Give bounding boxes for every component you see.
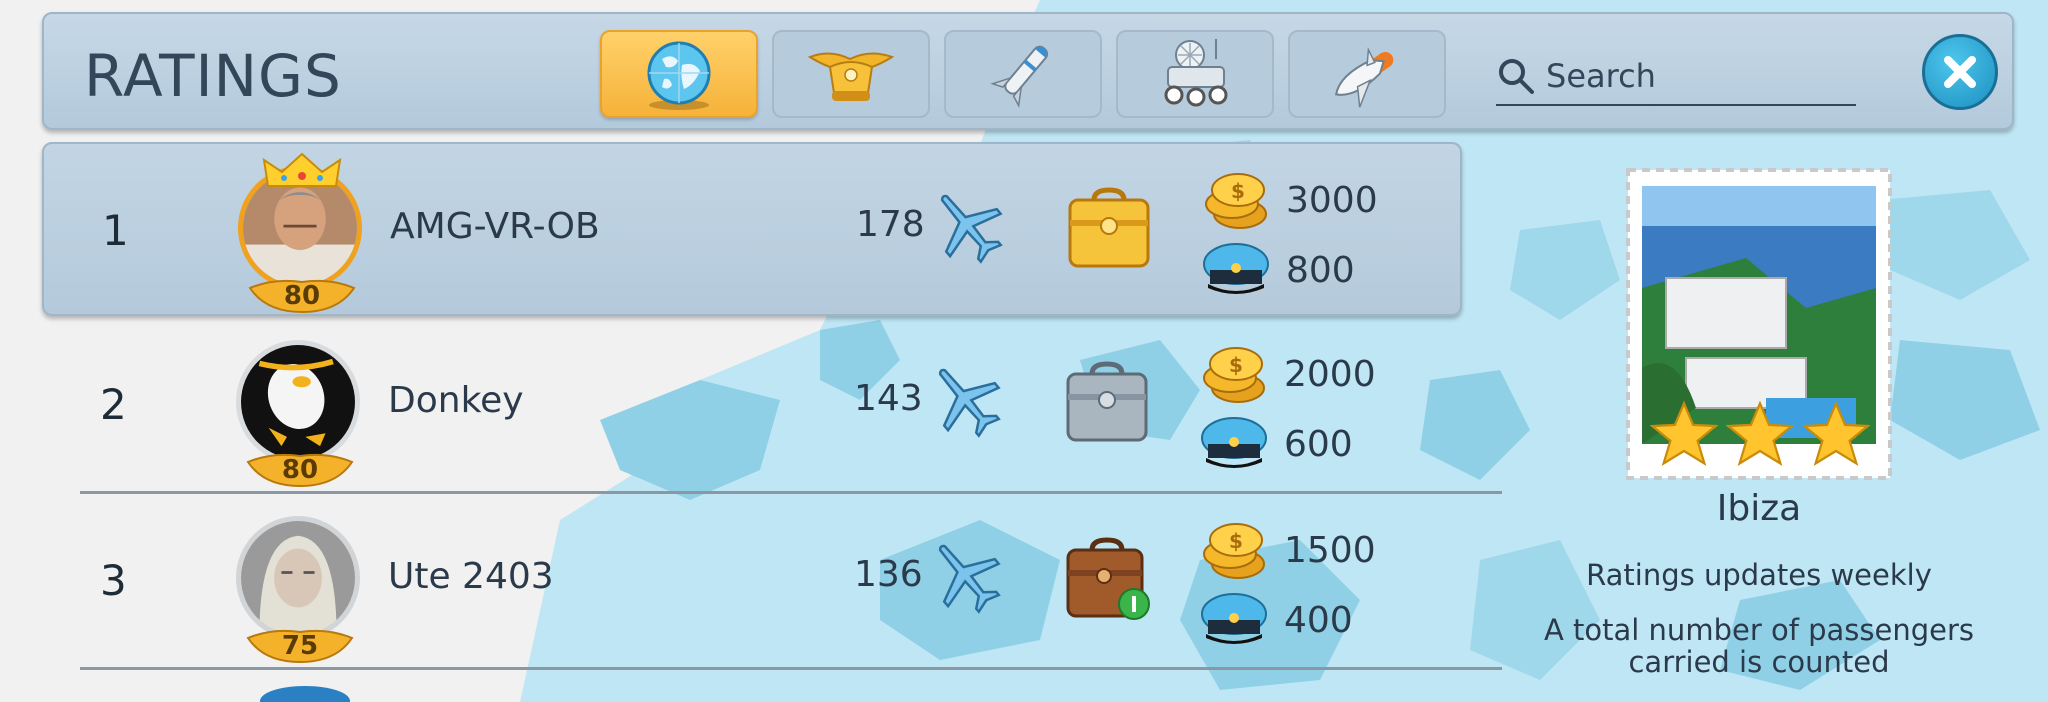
planes-count: 143 [854, 378, 923, 419]
avatar-photo [236, 516, 360, 640]
player-avatar[interactable]: 80 [232, 328, 368, 488]
search-input[interactable] [1546, 57, 1846, 95]
caps-reward: 600 [1284, 424, 1353, 465]
level-badge: 75 [246, 624, 354, 664]
player-name: Donkey [388, 380, 524, 421]
ratings-header: RATINGS [42, 12, 2014, 130]
globe-icon [647, 41, 711, 110]
svg-text:$: $ [1231, 179, 1245, 203]
avatar-photo [236, 340, 360, 464]
close-icon [1944, 56, 1976, 88]
update-note: Ratings updates weekly [1586, 558, 1932, 592]
silver-briefcase-icon [1066, 361, 1148, 442]
search-icon [1499, 59, 1534, 94]
star-rating [1650, 400, 1870, 472]
airplane-icon [938, 368, 1001, 438]
gold-briefcase-icon [1068, 187, 1150, 268]
coins-icon: $ [1205, 173, 1267, 229]
pilot-cap-wings-icon [807, 52, 895, 101]
player-rank: 3 [100, 556, 127, 605]
player-name: Ute 2403 [388, 556, 554, 597]
tab-shuttles[interactable] [1288, 30, 1446, 118]
row-divider [80, 667, 1502, 670]
coins-reward: 3000 [1286, 180, 1378, 221]
level-badge: 80 [248, 274, 356, 314]
counting-note: A total number of passengers carried is … [1543, 613, 1975, 679]
player-level: 80 [281, 455, 319, 485]
planes-count: 136 [854, 554, 923, 595]
page-title: RATINGS [84, 42, 342, 110]
coins-reward: 1500 [1284, 530, 1376, 571]
pilot-cap-icon [1203, 243, 1269, 294]
rocket-icon [990, 45, 1049, 108]
rating-row-2[interactable]: 2 80 Donkey 143 $ 2000 600 [42, 318, 1502, 494]
svg-text:$: $ [1229, 529, 1243, 553]
airplane-icon [938, 544, 1001, 614]
coins-reward: 2000 [1284, 354, 1376, 395]
player-level: 80 [283, 281, 321, 311]
city-stamp[interactable] [1626, 168, 1892, 480]
player-avatar[interactable]: 75 [232, 504, 368, 664]
star-icon [1650, 400, 1718, 466]
player-avatar[interactable]: 80 [234, 152, 370, 314]
close-button[interactable] [1922, 34, 1998, 110]
coins-icon: $ [1203, 523, 1265, 579]
star-icon [1726, 400, 1794, 466]
pilot-cap-icon [1201, 593, 1267, 644]
search-box[interactable] [1496, 48, 1856, 106]
rating-row-1[interactable]: 1 80 AMG-VR-OB 178 $ 3000 800 [42, 142, 1462, 316]
star-icon [1802, 400, 1870, 466]
tab-world[interactable] [600, 30, 758, 118]
tab-rovers[interactable] [1116, 30, 1274, 118]
crown-icon [262, 152, 342, 187]
player-rank: 1 [102, 206, 129, 255]
svg-text:$: $ [1229, 353, 1243, 377]
pilot-cap-icon [1201, 417, 1267, 468]
bronze-briefcase-icon [1066, 537, 1150, 620]
planes-count: 178 [856, 204, 925, 245]
rating-row-3[interactable]: 3 75 Ute 2403 136 $ 1500 400 [42, 494, 1502, 670]
player-name: AMG-VR-OB [390, 206, 600, 247]
airplane-icon [940, 194, 1003, 264]
space-shuttle-icon [1334, 47, 1394, 108]
coins-icon: $ [1203, 347, 1265, 403]
player-rank: 2 [100, 380, 127, 429]
caps-reward: 800 [1286, 250, 1355, 291]
player-level: 75 [281, 631, 319, 661]
caps-reward: 400 [1284, 600, 1353, 641]
tab-pilots[interactable] [772, 30, 930, 118]
tab-rockets[interactable] [944, 30, 1102, 118]
lunar-rover-icon [1164, 39, 1228, 107]
level-badge: 80 [246, 448, 354, 488]
city-name: Ibiza [1716, 488, 1802, 529]
